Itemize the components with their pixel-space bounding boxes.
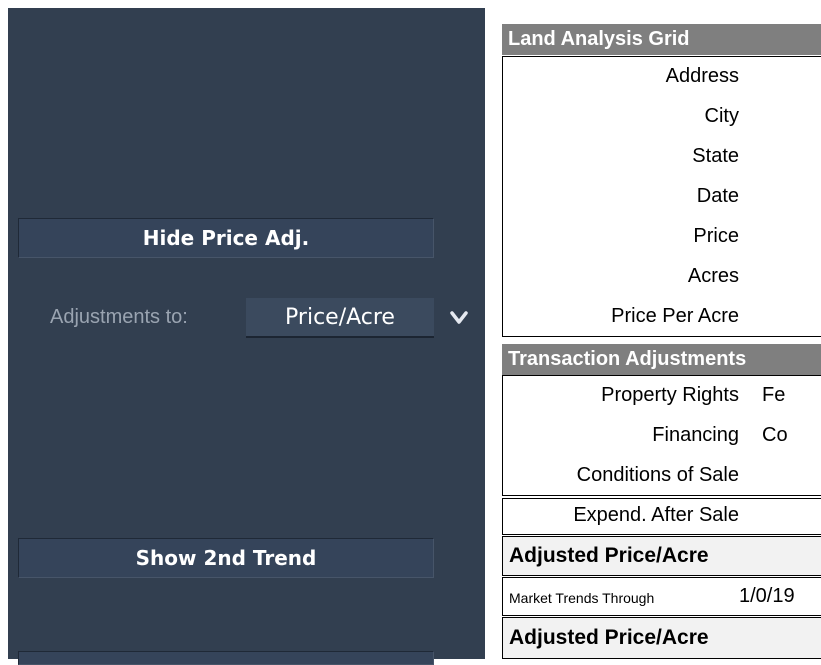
market-trends-label: Market Trends Through <box>509 590 655 606</box>
show-2nd-trend-button[interactable]: Show 2nd Trend <box>18 538 434 578</box>
property-label: Address <box>665 65 739 87</box>
adjusted-price-acre-row-1: Adjusted Price/Acre <box>502 536 821 576</box>
adjustments-label: Adjustments to: <box>50 306 188 328</box>
property-label: City <box>704 105 739 127</box>
bottom-button[interactable] <box>18 651 434 665</box>
property-row-city: City <box>503 97 821 137</box>
transaction-label: Conditions of Sale <box>576 464 739 486</box>
property-section: Address City State Date Price Acres Pric… <box>502 56 821 337</box>
market-trends-value[interactable]: 1/0/19 <box>739 585 795 608</box>
hide-price-adj-button[interactable]: Hide Price Adj. <box>18 218 434 258</box>
property-label: Acres <box>687 265 739 287</box>
property-row-price-per-acre: Price Per Acre <box>503 297 821 337</box>
property-row-price: Price <box>503 217 821 257</box>
property-row-acres: Acres <box>503 257 821 297</box>
property-row-date: Date <box>503 177 821 217</box>
control-panel: Hide Price Adj. Adjustments to: Price/Ac… <box>8 8 485 665</box>
adjusted-price-acre-row-2: Adjusted Price/Acre <box>502 617 821 659</box>
chevron-down-icon[interactable] <box>449 310 469 326</box>
property-label: Price Per Acre <box>611 305 739 327</box>
transaction-section: Property Rights Fe Financing Co Conditio… <box>502 375 821 496</box>
transaction-row-financing: Financing Co <box>503 416 821 456</box>
adjustments-select[interactable]: Price/Acre <box>246 298 434 338</box>
transaction-header: Transaction Adjustments <box>502 344 821 375</box>
expend-row: Expend. After Sale <box>502 498 821 535</box>
expend-label: Expend. After Sale <box>573 504 739 526</box>
expend-after-sale-row: Expend. After Sale <box>503 499 821 534</box>
property-label: Price <box>693 225 739 247</box>
property-row-address: Address <box>503 57 821 97</box>
property-label: State <box>692 145 739 167</box>
grid-title: Land Analysis Grid <box>502 24 821 55</box>
transaction-row-property-rights: Property Rights Fe <box>503 376 821 416</box>
transaction-label: Financing <box>652 424 739 446</box>
transaction-row-conditions: Conditions of Sale <box>503 456 821 496</box>
market-trends-row: Market Trends Through 1/0/19 <box>502 577 821 616</box>
property-label: Date <box>696 185 739 207</box>
transaction-value[interactable]: Fe <box>762 384 785 407</box>
property-row-state: State <box>503 137 821 177</box>
transaction-value[interactable]: Co <box>762 424 788 447</box>
transaction-label: Property Rights <box>601 384 739 406</box>
